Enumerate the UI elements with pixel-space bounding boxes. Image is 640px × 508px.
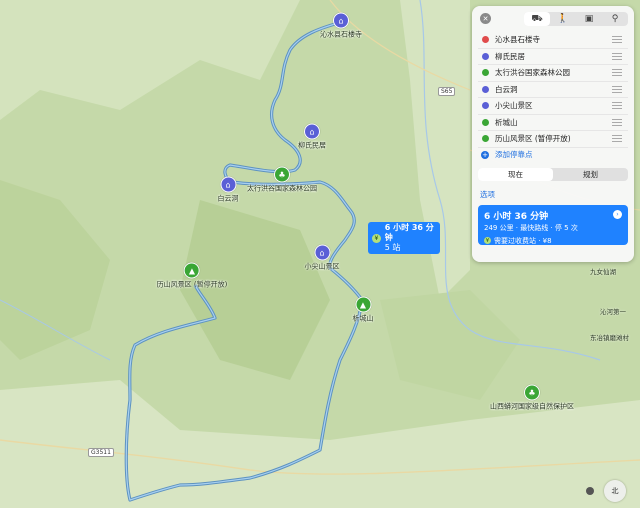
drag-handle-icon[interactable] xyxy=(612,118,622,126)
stop-item[interactable]: 太行洪谷国家森林公园 xyxy=(478,65,628,82)
drag-handle-icon[interactable] xyxy=(612,69,622,77)
place-label: 九女仙湖 xyxy=(590,268,616,276)
poi-baiyun-cave[interactable]: ⌂ 白云洞 xyxy=(218,176,239,204)
stop-item[interactable]: 白云洞 xyxy=(478,82,628,98)
segment-plan[interactable]: 规划 xyxy=(553,168,628,181)
tree-icon: ♣ xyxy=(524,384,540,401)
compass-button[interactable]: 北 xyxy=(604,480,626,502)
drag-handle-icon[interactable] xyxy=(612,135,622,143)
route-card[interactable]: 6 小时 36 分钟 249 公里 · 最快路线 · 停 5 次 ¥ 需要过收费站… xyxy=(478,204,628,245)
drag-handle-icon[interactable] xyxy=(612,36,622,44)
route-time-badge[interactable]: ¥ 6 小时 36 分钟 5 站 xyxy=(368,222,440,254)
start-pin-icon xyxy=(482,36,489,44)
transit-icon[interactable]: ▣ xyxy=(576,12,602,26)
stop-pin-icon xyxy=(482,135,489,143)
tree-icon: ♣ xyxy=(274,166,290,183)
stop-item[interactable]: 历山风景区 (暂停开放) xyxy=(478,131,628,148)
temple-icon: ⌂ xyxy=(333,12,349,29)
options-link[interactable]: 选项 xyxy=(480,189,634,201)
bike-icon[interactable]: ⚲ xyxy=(602,12,628,26)
temple-icon: ⌂ xyxy=(220,176,236,193)
directions-panel: ✕ ⛟ 🚶 ▣ ⚲ 沁水县石楼寺 柳氏民居 太行洪谷国家森林公园 白云洞 小尖山… xyxy=(472,6,634,262)
stop-item[interactable]: 柳氏民居 xyxy=(478,49,628,65)
drag-handle-icon[interactable] xyxy=(612,85,622,93)
plus-icon: + xyxy=(481,150,489,159)
car-icon[interactable]: ⛟ xyxy=(524,12,550,26)
stop-item[interactable]: 沁水县石楼寺 xyxy=(478,32,628,49)
stop-pin-icon xyxy=(482,69,489,77)
stop-item[interactable]: 析城山 xyxy=(478,115,628,131)
stop-pin-icon xyxy=(482,102,489,110)
poi-xiaojianshan[interactable]: ⌂ 小尖山景区 xyxy=(305,244,340,272)
stop-list: 沁水县石楼寺 柳氏民居 太行洪谷国家森林公园 白云洞 小尖山景区 析城山 历山风… xyxy=(478,32,628,148)
mountain-icon: ▲ xyxy=(355,296,371,313)
transport-mode-selector: ⛟ 🚶 ▣ ⚲ xyxy=(524,12,628,26)
time-segmented-control: 现在 规划 xyxy=(478,167,628,181)
toll-icon: ¥ xyxy=(372,233,381,243)
poi-shilou-temple[interactable]: ⌂ 沁水县石楼寺 xyxy=(320,12,362,40)
place-label: 东冶镇磨滩村 xyxy=(590,334,629,342)
apple-logo-icon xyxy=(586,487,594,495)
drag-handle-icon[interactable] xyxy=(612,52,622,60)
poi-lishan[interactable]: ▲ 历山风景区 (暂停开放) xyxy=(157,262,227,290)
poi-liu-residence[interactable]: ⌂ 柳氏民居 xyxy=(298,123,326,151)
stop-pin-icon xyxy=(482,52,489,60)
poi-xicheng-mountain[interactable]: ▲ 析城山 xyxy=(353,296,374,324)
walk-icon[interactable]: 🚶 xyxy=(550,12,576,26)
map-canvas[interactable]: ⌂ 沁水县石楼寺 ⌂ 柳氏民居 ♣ 太行洪谷国家森林公园 ⌂ 白云洞 ⌂ 小尖山… xyxy=(0,0,640,508)
mountain-icon: ▲ xyxy=(184,262,200,279)
place-label: 沁河第一 xyxy=(600,308,626,316)
segment-now[interactable]: 现在 xyxy=(478,167,553,181)
info-icon[interactable]: › xyxy=(613,209,622,219)
road-shield: G3511 xyxy=(88,448,114,457)
stop-pin-icon xyxy=(482,118,489,126)
stop-item[interactable]: 小尖山景区 xyxy=(478,98,628,115)
temple-icon: ⌂ xyxy=(314,244,330,261)
poi-forest-park[interactable]: ♣ 太行洪谷国家森林公园 xyxy=(247,166,317,194)
stop-pin-icon xyxy=(482,85,489,93)
toll-icon: ¥ xyxy=(484,237,491,244)
temple-icon: ⌂ xyxy=(304,123,320,140)
close-button[interactable]: ✕ xyxy=(480,13,491,24)
poi-manghe-reserve[interactable]: ♣ 山西蟒河国家级自然保护区 xyxy=(490,384,574,412)
road-shield: S65 xyxy=(438,87,456,96)
add-stop-button[interactable]: + 添加停靠点 xyxy=(478,148,628,162)
drag-handle-icon[interactable] xyxy=(612,102,622,110)
